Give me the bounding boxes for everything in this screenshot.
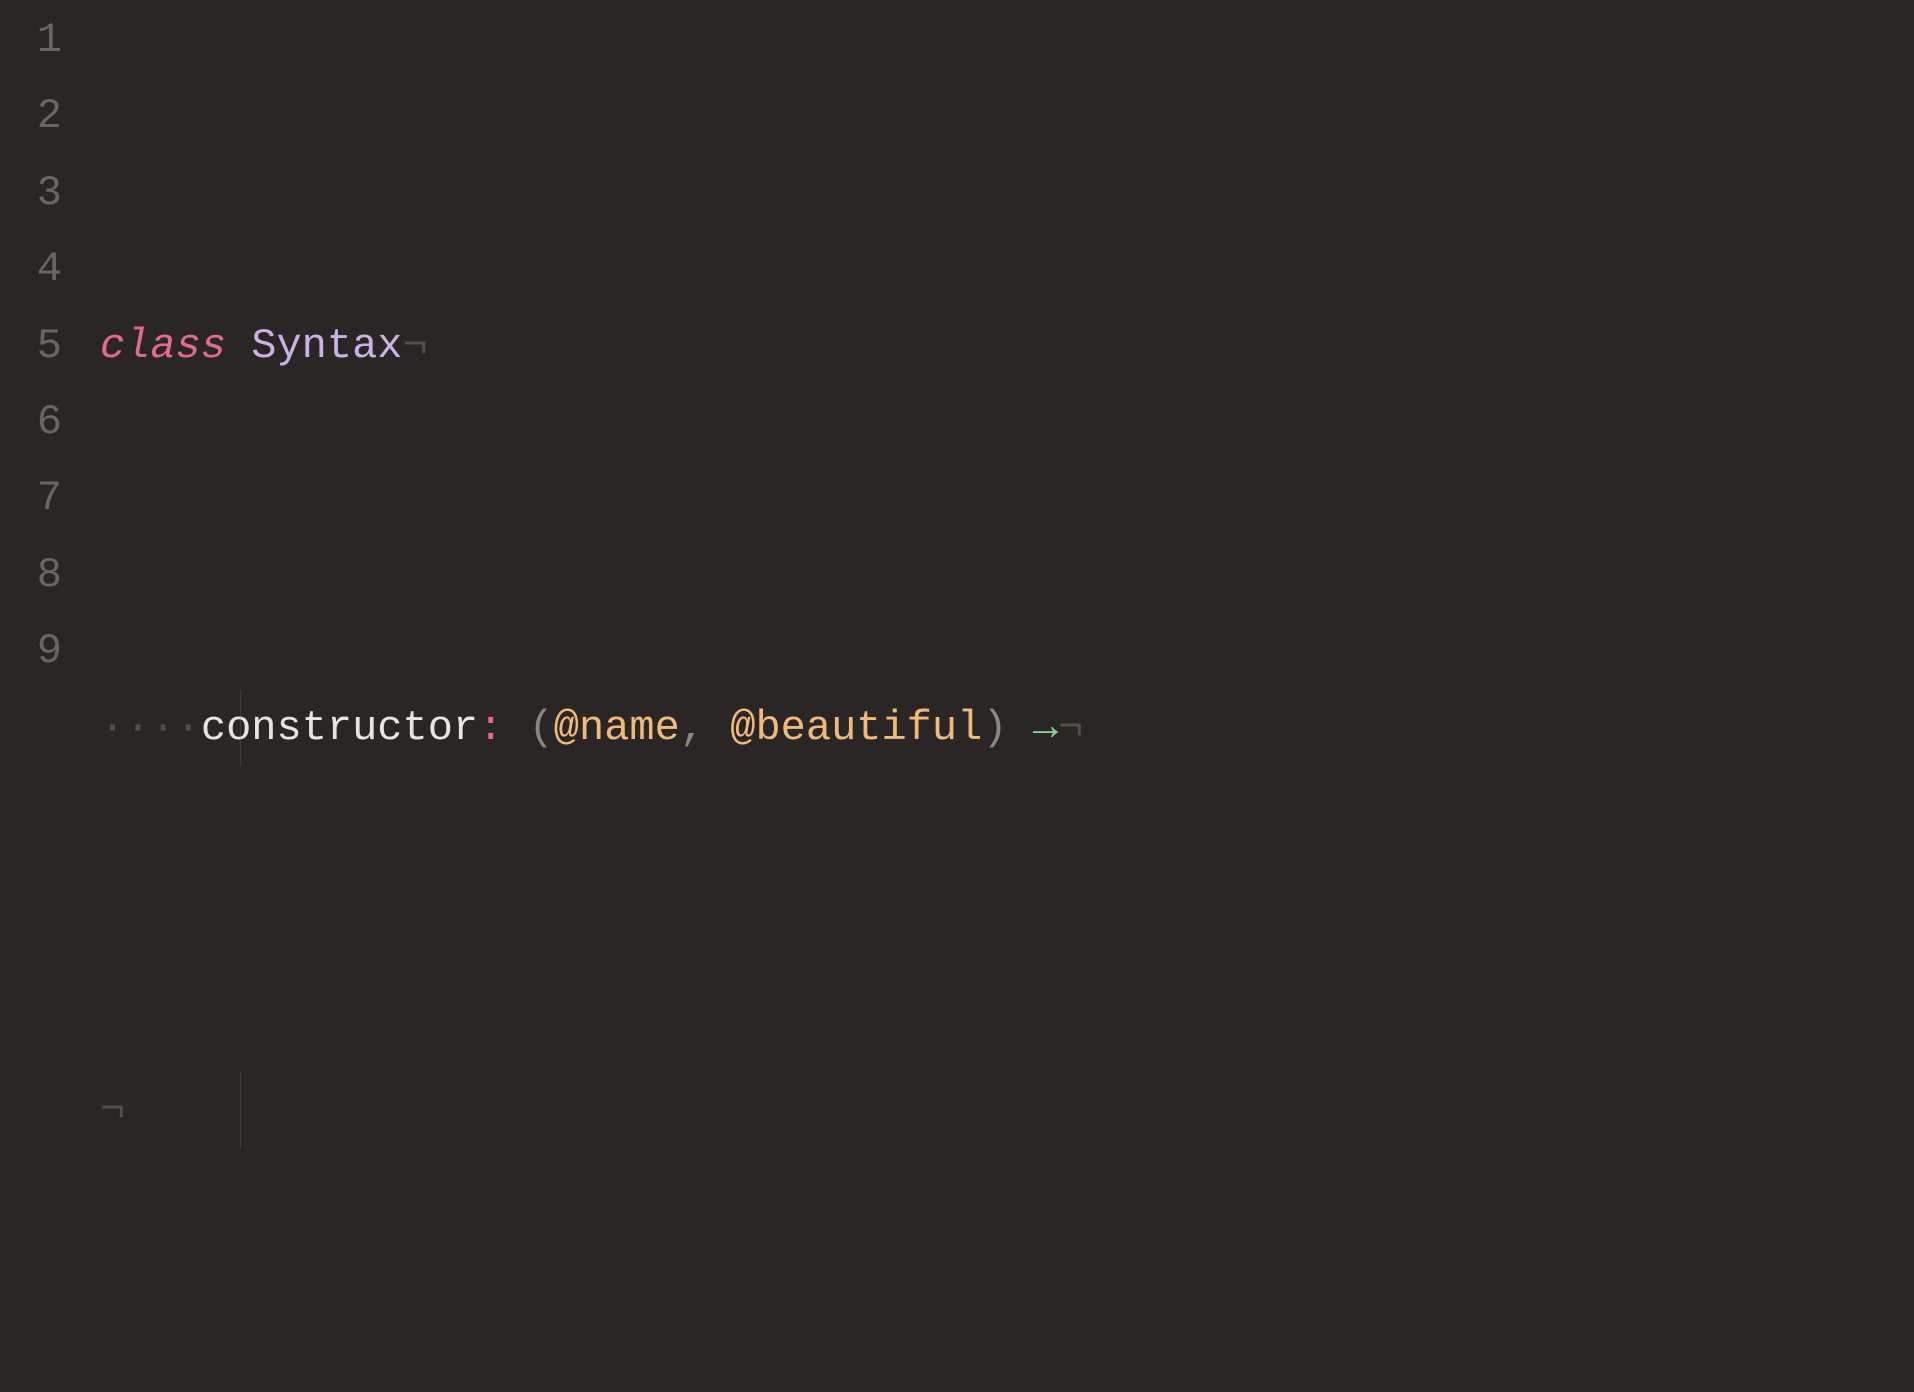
code-editor[interactable]: 1 2 3 4 5 6 7 8 9 class Syntax¬ ····cons… — [0, 0, 1914, 1392]
line-number: 3 — [0, 155, 62, 231]
comma: , — [680, 704, 705, 752]
line-number: 5 — [0, 308, 62, 384]
keyword-class: class — [100, 322, 226, 370]
eol-icon: ¬ — [1058, 704, 1083, 752]
code-line[interactable]: class Syntax¬ — [100, 308, 1914, 384]
eol-icon: ¬ — [402, 322, 427, 370]
code-area[interactable]: class Syntax¬ ····constructor: (@name, @… — [100, 2, 1914, 1392]
line-number: 6 — [0, 384, 62, 460]
line-number: 1 — [0, 2, 62, 78]
space — [226, 322, 251, 370]
whitespace: ···· — [100, 704, 201, 752]
code-line[interactable]: ····constructor: (@name, @beautiful) →¬ — [100, 690, 1914, 766]
method-constructor: constructor — [201, 704, 478, 752]
rparen: ) — [982, 704, 1007, 752]
colon: : — [478, 704, 503, 752]
line-gutter: 1 2 3 4 5 6 7 8 9 — [0, 2, 100, 1392]
arrow-icon: → — [1033, 704, 1058, 752]
line-number: 4 — [0, 231, 62, 307]
param-name: @name — [554, 704, 680, 752]
space — [503, 704, 528, 752]
line-number: 8 — [0, 537, 62, 613]
space — [705, 704, 730, 752]
eol-icon: ¬ — [100, 1086, 125, 1134]
indent-guide — [240, 1072, 241, 1148]
space — [1008, 704, 1033, 752]
code-line[interactable]: ¬ — [100, 1072, 1914, 1148]
line-number: 7 — [0, 460, 62, 536]
param-beautiful: @beautiful — [730, 704, 982, 752]
lparen: ( — [529, 704, 554, 752]
class-name: Syntax — [251, 322, 402, 370]
line-number: 9 — [0, 613, 62, 689]
line-number: 2 — [0, 78, 62, 154]
indent-guide — [240, 690, 241, 766]
